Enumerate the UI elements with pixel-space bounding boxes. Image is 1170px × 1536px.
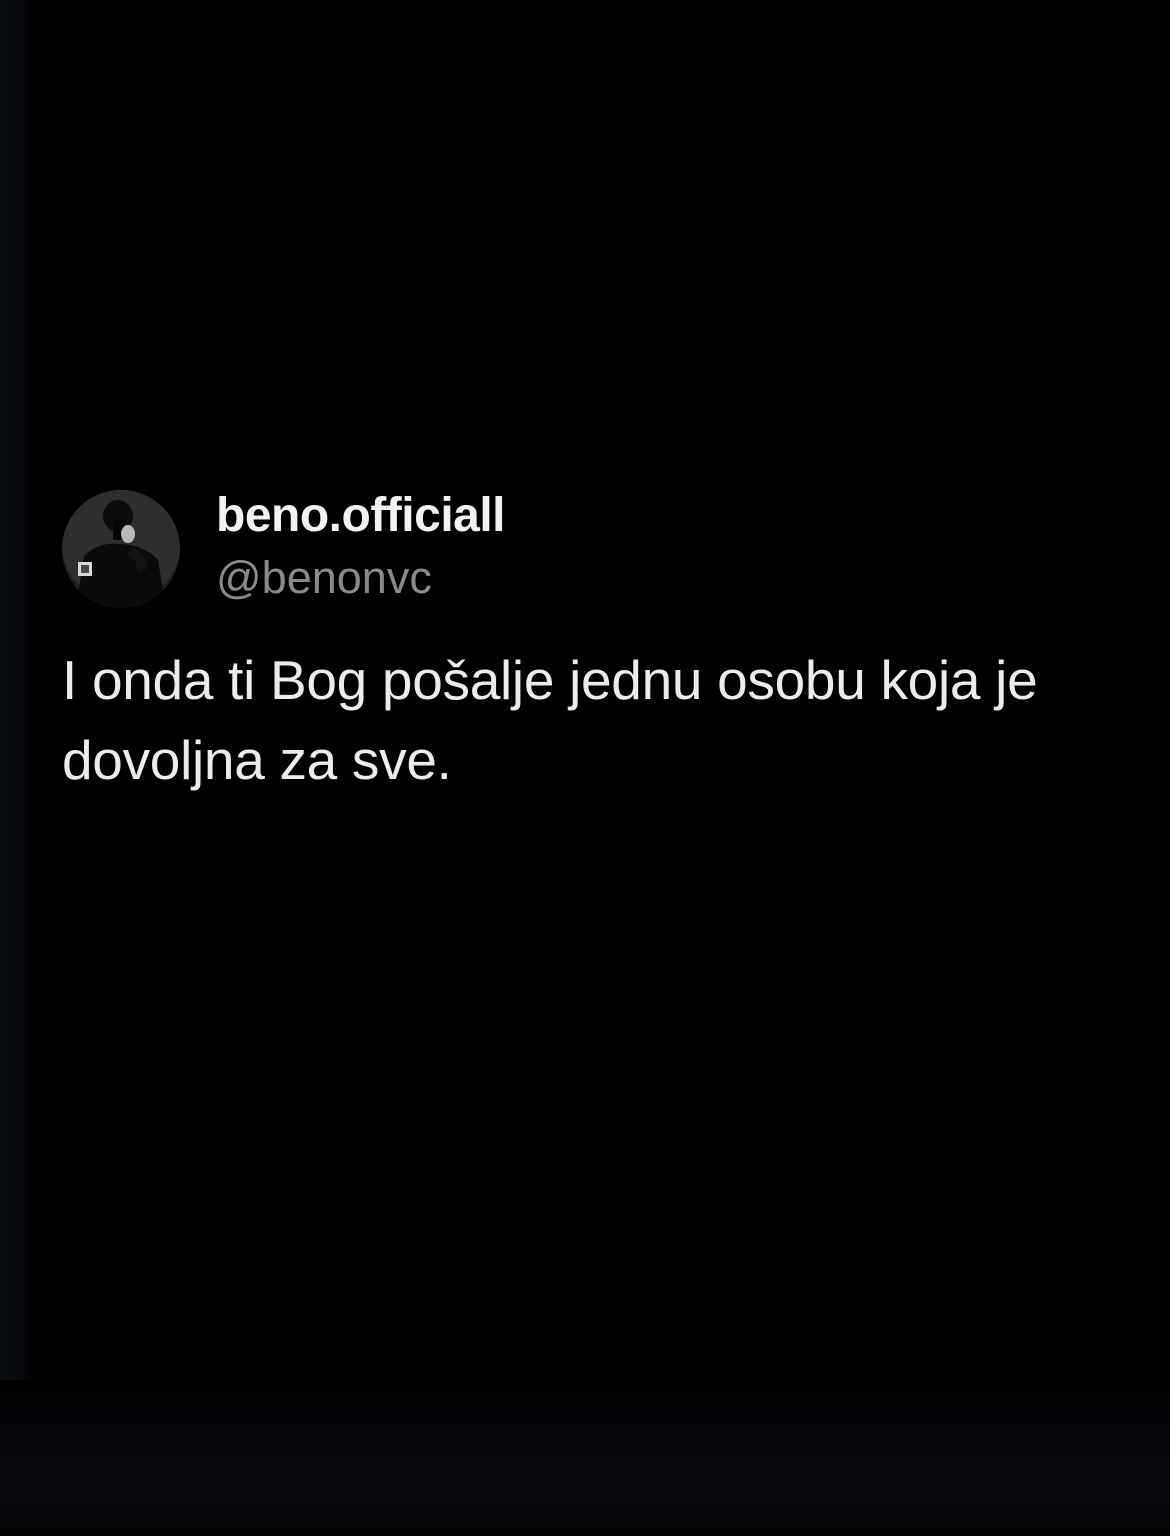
avatar[interactable]: [62, 490, 180, 608]
post-text: I onda ti Bog pošalje jednu osobu koja j…: [62, 649, 1038, 791]
screen-bottom-edge: [0, 1380, 1170, 1536]
post-header: beno.officiall @benonvc: [62, 488, 1142, 618]
screen-left-edge: [0, 0, 36, 1536]
author-display-name[interactable]: beno.officiall: [216, 488, 506, 544]
author-handle[interactable]: @benonvc: [216, 548, 505, 608]
avatar-photo-icon: [62, 490, 180, 608]
post-card: beno.officiall @benonvc I onda ti Bog po…: [62, 488, 1142, 800]
author-block: beno.officiall @benonvc: [216, 488, 506, 608]
